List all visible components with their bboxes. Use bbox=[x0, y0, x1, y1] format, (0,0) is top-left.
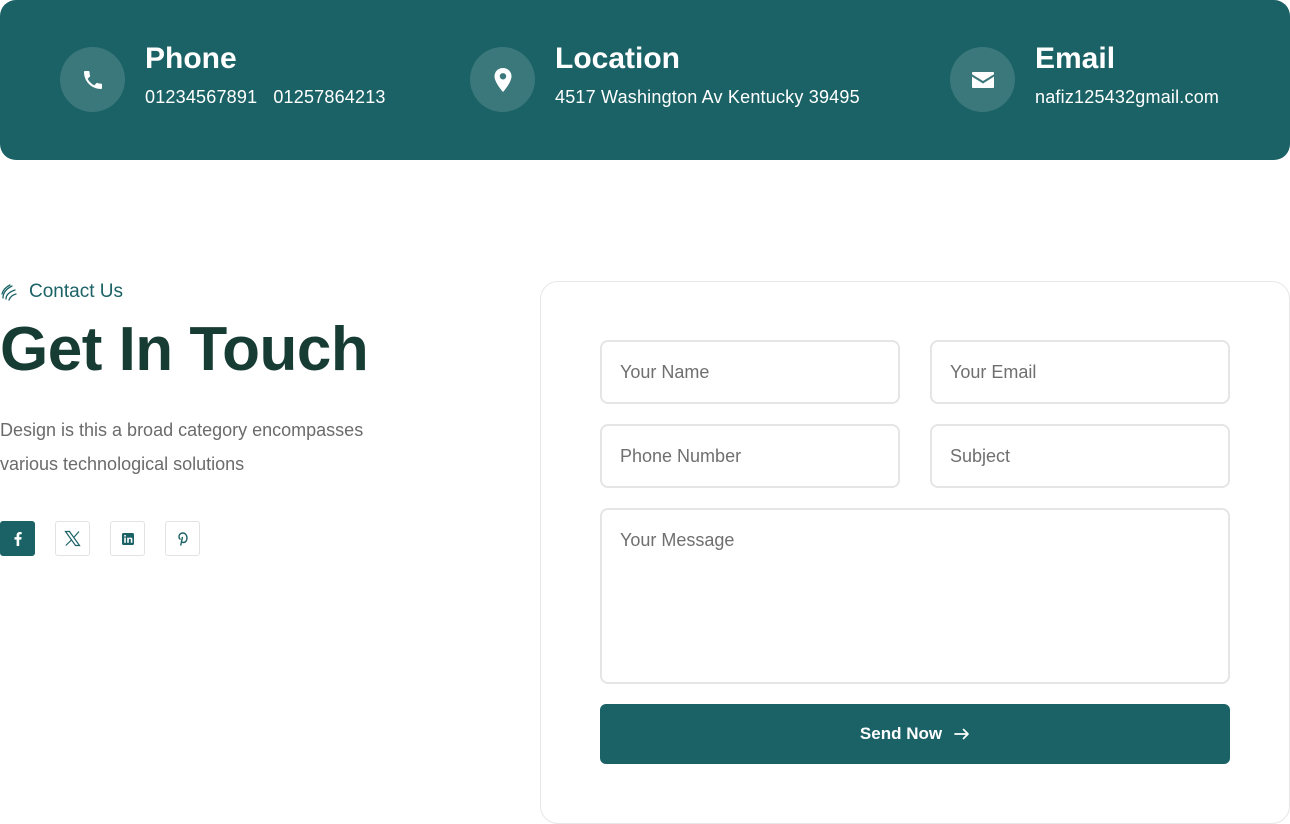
phone-number-2[interactable]: 01257864213 bbox=[273, 87, 385, 107]
x-icon bbox=[64, 530, 81, 547]
email-text: Email nafiz125432gmail.com bbox=[1035, 41, 1219, 109]
contact-form: Send Now bbox=[540, 281, 1290, 824]
location-icon-circle bbox=[470, 47, 535, 112]
arrow-right-icon bbox=[954, 728, 969, 740]
section-eyebrow: Contact Us bbox=[0, 280, 123, 304]
email-icon-circle bbox=[950, 47, 1015, 112]
send-now-button[interactable]: Send Now bbox=[600, 704, 1230, 764]
email-title: Email bbox=[1035, 42, 1116, 75]
location-address: 4517 Washington Av Kentucky 39495 bbox=[555, 87, 860, 107]
page-title: Get In Touch bbox=[0, 315, 369, 384]
phone-info: Phone 01234567891 01257864213 bbox=[60, 42, 386, 112]
name-input[interactable] bbox=[600, 340, 900, 404]
phone-icon bbox=[83, 70, 102, 89]
envelope-icon bbox=[971, 71, 994, 88]
contact-info-band: Phone 01234567891 01257864213 Location 45… bbox=[0, 0, 1290, 160]
facebook-icon bbox=[14, 531, 22, 546]
section-description: Design is this a broad category encompas… bbox=[0, 420, 364, 474]
phone-icon-circle bbox=[60, 47, 125, 112]
phone-title: Phone bbox=[145, 42, 237, 75]
email-info: Email nafiz125432gmail.com bbox=[950, 42, 1219, 112]
x-link[interactable] bbox=[55, 521, 90, 556]
linkedin-link[interactable] bbox=[110, 521, 145, 556]
facebook-link[interactable] bbox=[0, 521, 35, 556]
map-pin-icon bbox=[494, 67, 511, 92]
spark-icon bbox=[1, 284, 17, 301]
send-now-label: Send Now bbox=[859, 724, 943, 743]
social-links bbox=[0, 521, 220, 556]
phone-text: Phone 01234567891 01257864213 bbox=[145, 41, 386, 109]
location-text: Location 4517 Washington Av Kentucky 394… bbox=[555, 41, 860, 109]
eyebrow-label: Contact Us bbox=[29, 281, 123, 302]
contact-page: Phone 01234567891 01257864213 Location 45… bbox=[0, 0, 1290, 824]
pinterest-icon bbox=[177, 531, 188, 546]
location-title: Location bbox=[555, 42, 680, 75]
phone-input[interactable] bbox=[600, 424, 900, 488]
linkedin-icon bbox=[121, 532, 134, 545]
location-info: Location 4517 Washington Av Kentucky 394… bbox=[470, 42, 860, 112]
phone-number-1[interactable]: 01234567891 bbox=[145, 87, 257, 107]
subject-input[interactable] bbox=[930, 424, 1230, 488]
message-textarea[interactable] bbox=[600, 508, 1230, 684]
phone-numbers: 01234567891 01257864213 bbox=[145, 85, 386, 109]
email-address[interactable]: nafiz125432gmail.com bbox=[1035, 85, 1219, 109]
pinterest-link[interactable] bbox=[165, 521, 200, 556]
email-input[interactable] bbox=[930, 340, 1230, 404]
